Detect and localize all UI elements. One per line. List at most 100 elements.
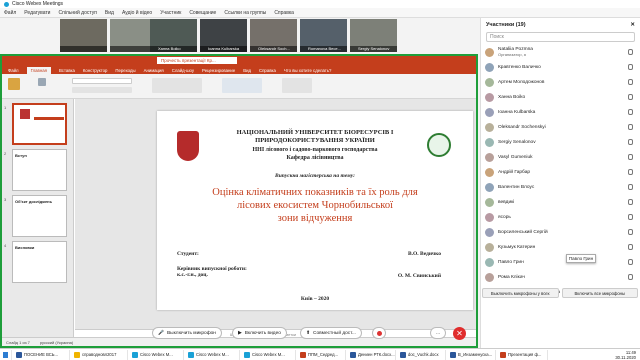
microphone-icon[interactable]: [628, 64, 633, 70]
thumb-number: 4: [4, 243, 7, 248]
microphone-icon[interactable]: [628, 139, 633, 145]
participant-search-input[interactable]: Поиск: [486, 32, 635, 42]
participant-row[interactable]: Артем Молодожонов: [485, 75, 635, 89]
taskbar-item[interactable]: ППМ_Седред...: [296, 349, 346, 360]
leave-meeting-button[interactable]: ✕: [453, 327, 466, 340]
video-tile[interactable]: Sergiy Senalonov: [350, 19, 397, 52]
microphone-icon[interactable]: [628, 229, 633, 235]
microphone-icon[interactable]: [628, 169, 633, 175]
taskbar-item[interactable]: Cisco Webex M...: [184, 349, 240, 360]
paragraph-group[interactable]: [152, 78, 202, 93]
more-button[interactable]: ...: [430, 327, 446, 339]
unmute-all-button[interactable]: Включить все микрофоны: [561, 288, 638, 298]
menu-edit[interactable]: Редагувати: [24, 10, 50, 16]
video-button[interactable]: ▶ Включить видео: [232, 327, 287, 339]
system-clock[interactable]: 11:49 30.11.2020: [615, 350, 640, 360]
participant-row[interactable]: Кравтенко Валичко: [485, 60, 635, 74]
video-tile[interactable]: Іоанна Kulbarska: [200, 19, 247, 52]
participant-row[interactable]: Oleksandr Sochenskyi: [485, 120, 635, 134]
taskbar-item[interactable]: В_Инзаменуска...: [446, 349, 496, 360]
menu-meeting[interactable]: Совещание: [189, 10, 216, 16]
participant-row[interactable]: Ханна Boiko: [485, 90, 635, 104]
font-format-group[interactable]: [72, 87, 132, 93]
webex-menu-bar: Файл Редагувати Спільний доступ Вид Ауді…: [0, 8, 640, 18]
paste-icon[interactable]: [8, 78, 20, 90]
microphone-icon[interactable]: [628, 274, 633, 280]
video-tile[interactable]: [60, 19, 107, 52]
participant-row[interactable]: Іоанна Kulbarska: [485, 105, 635, 119]
tab-home[interactable]: Главная: [26, 67, 51, 74]
menu-participant[interactable]: Участник: [160, 10, 181, 16]
slide-thumbnail[interactable]: Вступ: [12, 149, 67, 191]
microphone-icon[interactable]: [628, 94, 633, 100]
start-icon[interactable]: [0, 349, 12, 360]
mute-button[interactable]: 🎤 Выключить микрофон: [152, 327, 222, 339]
app-title: Cisco Webex Meetings: [12, 1, 64, 7]
microphone-icon[interactable]: [628, 199, 633, 205]
taskbar-item[interactable]: справодновл2017: [70, 349, 128, 360]
close-icon[interactable]: ✕: [630, 22, 635, 28]
institute: ННІ лісового і садово-паркового господар…: [252, 147, 378, 153]
participant-row[interactable]: Рома Клікач: [485, 270, 635, 284]
participant-row[interactable]: Sergiy Senalonov: [485, 135, 635, 149]
avatar: [485, 242, 494, 252]
taskbar-item[interactable]: Дениен РТК.docx...: [346, 349, 396, 360]
participants-panel: Участники (19) ✕ Поиск Nataliia Pozmna Ор…: [480, 18, 640, 348]
current-slide[interactable]: НАЦІОНАЛЬНИЙ УНІВЕРСИТЕТ БІОРЕСУРСІВ І П…: [157, 111, 473, 310]
mute-all-button[interactable]: Выключить микрофоны у всех: [482, 288, 559, 298]
record-button[interactable]: [372, 327, 386, 339]
university-line1: НАЦІОНАЛЬНИЙ УНІВЕРСИТЕТ БІОРЕСУРСІВ І: [236, 129, 394, 136]
participant-row[interactable]: Валентин Влоус: [485, 180, 635, 194]
editing-group[interactable]: [282, 78, 312, 93]
ppt-search-box[interactable]: Прочесть презентації Кр...: [157, 57, 237, 64]
taskbar-item[interactable]: doc_Vuchk.docx: [396, 349, 446, 360]
video-tile[interactable]: Romanova Весе...: [300, 19, 347, 52]
taskbar-item[interactable]: Cisco Webex M...: [240, 349, 296, 360]
participant-name: Валентин Влоус: [498, 184, 535, 190]
microphone-icon[interactable]: [628, 124, 633, 130]
participant-row[interactable]: Павло Грин: [485, 255, 635, 269]
taskbar-item[interactable]: Cisco Webex M...: [128, 349, 184, 360]
participant-row[interactable]: вевдикі: [485, 195, 635, 209]
menu-view[interactable]: Вид: [105, 10, 114, 16]
menu-group-links[interactable]: Ссылки на группы: [224, 10, 266, 16]
shared-screen: Прочесть презентації Кр... Файл Главная …: [0, 54, 478, 348]
participant-name: вевдикі: [498, 199, 515, 205]
microphone-icon[interactable]: [628, 109, 633, 115]
microphone-icon[interactable]: [628, 214, 633, 220]
share-button[interactable]: ⬆ Совместный дост...: [300, 327, 362, 339]
menu-file[interactable]: Файл: [4, 10, 16, 16]
microphone-icon[interactable]: [628, 184, 633, 190]
work-type: Випускна магістерська на тему:: [275, 173, 355, 179]
menu-share[interactable]: Спільний доступ: [58, 10, 96, 16]
participant-row[interactable]: Кузьмук Катерин: [485, 240, 635, 254]
participant-info: Sergiy Senalonov: [498, 140, 536, 145]
menu-help[interactable]: Справка: [274, 10, 294, 16]
slide-thumbnail[interactable]: [12, 103, 67, 145]
taskbar-item[interactable]: ПОСЕНИЕ ВСЬ...: [12, 349, 70, 360]
menu-audio-video[interactable]: Аудіо й відео: [122, 10, 152, 16]
thumb-title: Вступ: [15, 153, 27, 158]
participant-row[interactable]: Vasyl Gumeniuk: [485, 150, 635, 164]
microphone-icon[interactable]: [628, 154, 633, 160]
participant-name: Андрій Гарбар: [498, 169, 531, 175]
participant-row[interactable]: Nataliia Pozmna Организатор, я: [485, 45, 635, 59]
drawing-group[interactable]: [222, 78, 262, 93]
participant-row[interactable]: Андрій Гарбар: [485, 165, 635, 179]
video-tile[interactable]: Ханна Boiko: [150, 19, 197, 52]
video-tile[interactable]: Oleksandr Soch...: [250, 19, 297, 52]
microphone-icon[interactable]: [628, 259, 633, 265]
new-slide-icon[interactable]: [38, 78, 46, 86]
font-select[interactable]: [72, 78, 132, 84]
taskbar-item[interactable]: Презентация ф...: [496, 349, 548, 360]
participant-row[interactable]: Борсиленський Сергій: [485, 225, 635, 239]
avatar: [485, 197, 494, 207]
slide-thumbnail[interactable]: Об'єкт досліджень: [12, 195, 67, 237]
microphone-icon[interactable]: [628, 79, 633, 85]
microphone-icon[interactable]: [628, 244, 633, 250]
slide-thumbnail[interactable]: Висновки: [12, 241, 67, 283]
participant-row[interactable]: ясорь: [485, 210, 635, 224]
slide-thumbnail-pane: 1 2 Вступ 3 Об'єкт досліджень 4 Висновки: [2, 99, 74, 337]
microphone-icon[interactable]: [628, 49, 633, 55]
participant-name: Борсиленський Сергій: [498, 229, 548, 235]
